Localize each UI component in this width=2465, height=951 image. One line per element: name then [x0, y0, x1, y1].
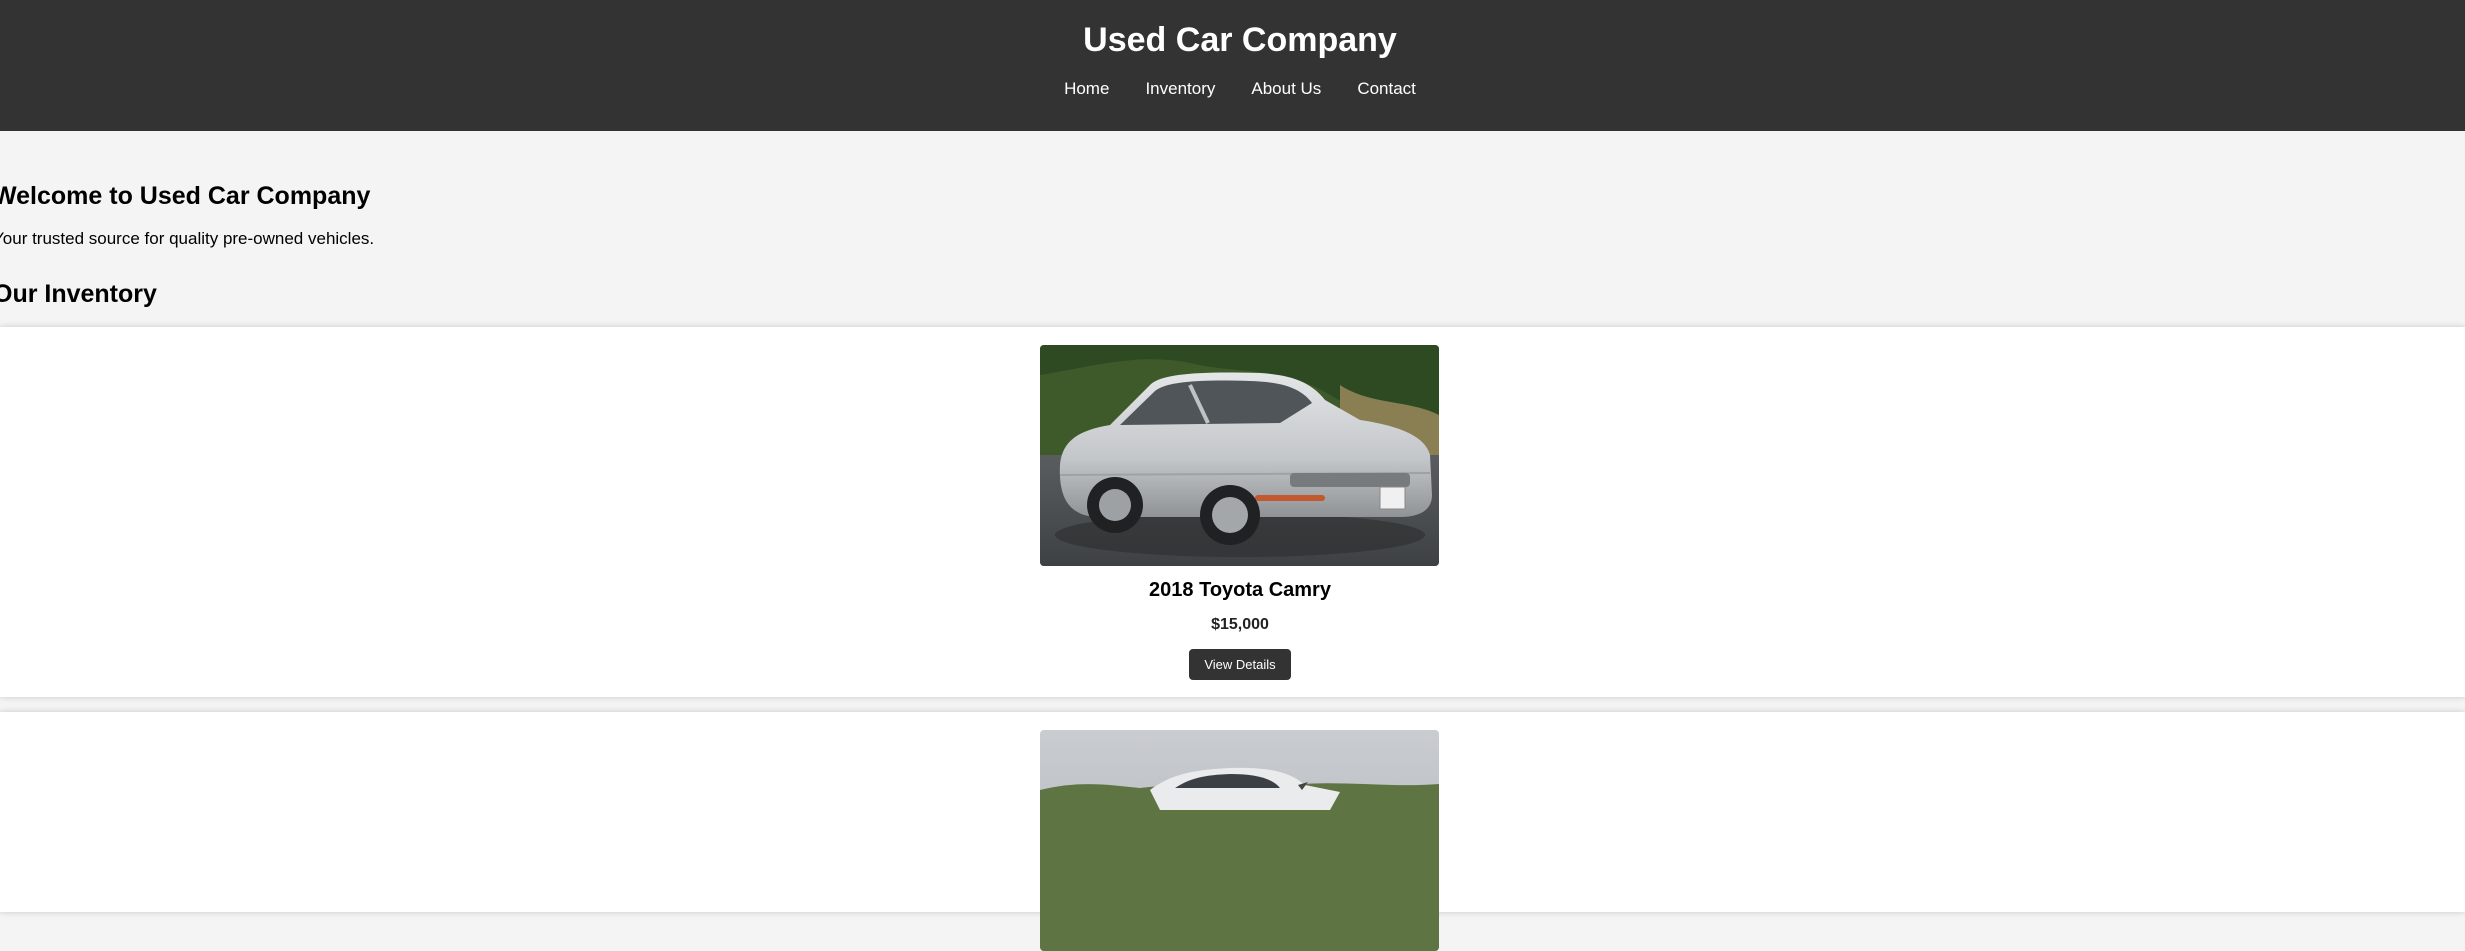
welcome-heading: Welcome to Used Car Company [0, 182, 371, 210]
main-nav: Home Inventory About Us Contact [0, 78, 2465, 100]
site-title: Used Car Company [1083, 21, 1397, 59]
car-image [1040, 730, 1439, 951]
inventory-heading: Our Inventory [0, 280, 157, 308]
car-image [1040, 345, 1439, 566]
car-card [0, 712, 2465, 951]
nav-about-us-link[interactable]: About Us [1251, 78, 1321, 100]
nav-home-link[interactable]: Home [1064, 78, 1109, 100]
nav-inventory-link[interactable]: Inventory [1145, 78, 1215, 100]
welcome-text: Your trusted source for quality pre-owne… [0, 229, 375, 248]
car-title: 2018 Toyota Camry [1149, 579, 1331, 601]
car-card: 2018 Toyota Camry $15,000 View Details [0, 327, 2465, 697]
nav-contact-link[interactable]: Contact [1357, 78, 1416, 100]
car-price: $15,000 [1211, 616, 1269, 633]
view-details-button[interactable]: View Details [1189, 649, 1291, 680]
site-header: Used Car Company Home Inventory About Us… [0, 0, 2465, 131]
